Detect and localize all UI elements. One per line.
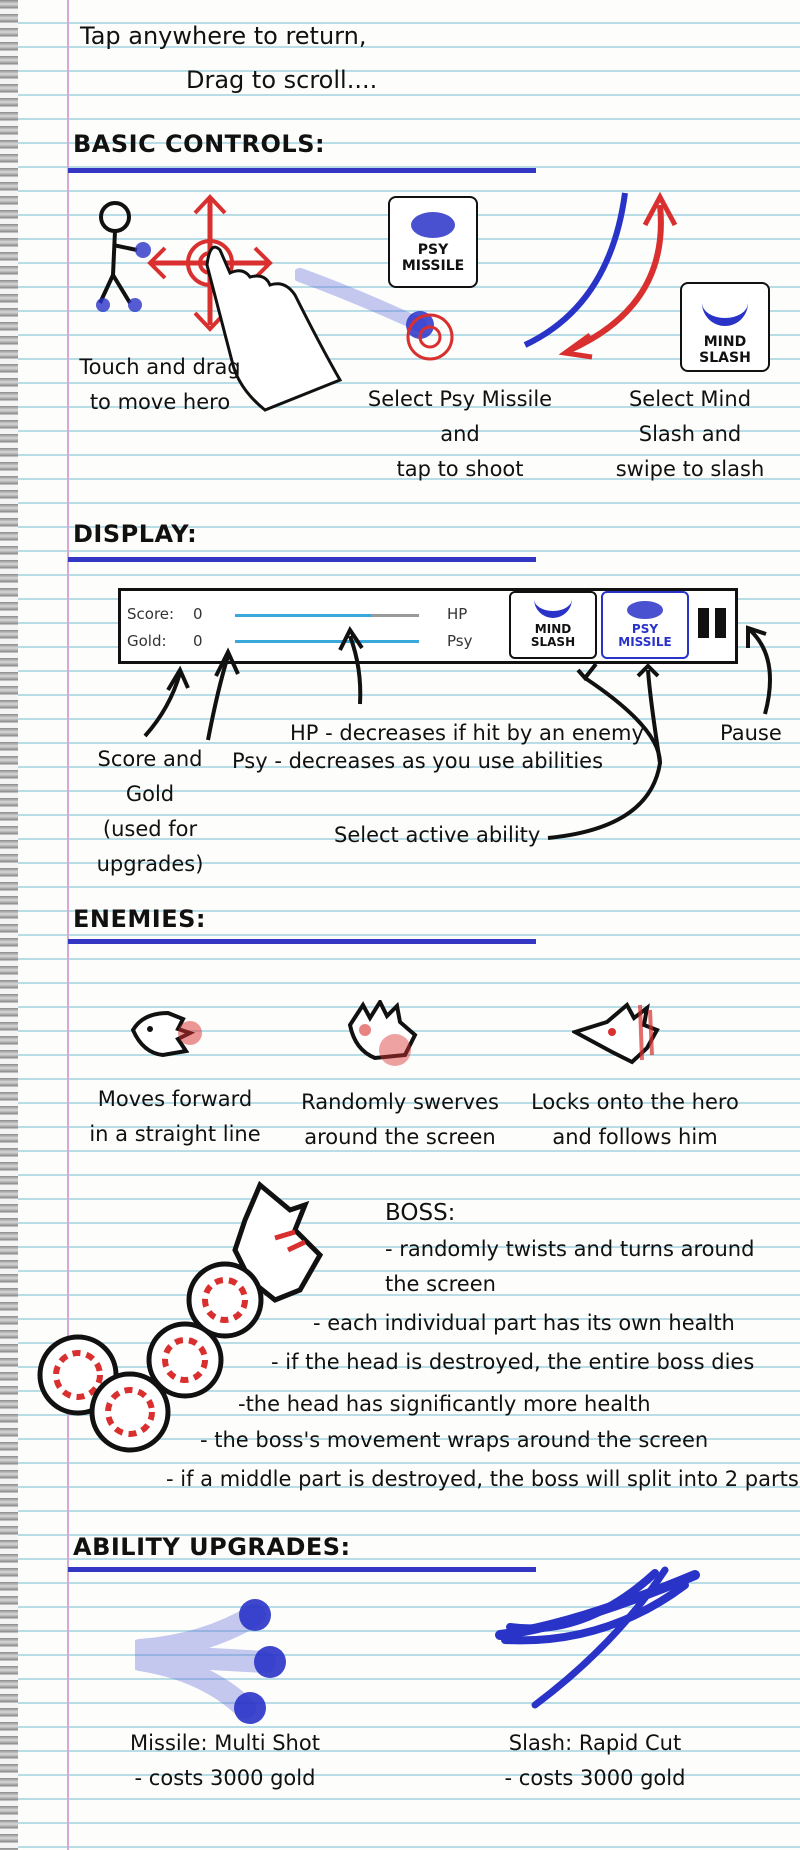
- section-rule: [68, 557, 536, 562]
- psy-button-line1: PSY: [417, 242, 449, 258]
- scroll-hint: Drag to scroll....: [186, 66, 378, 94]
- rapid-cut-icon: [495, 1566, 700, 1709]
- mind-caption-1: Select Mind: [628, 387, 752, 411]
- return-hint[interactable]: Tap anywhere to return,: [80, 18, 366, 54]
- boss-line: - randomly twists and turns around: [385, 1237, 755, 1261]
- enemy-straight-icon: [130, 1010, 202, 1058]
- multi-shot-icon: [135, 1599, 286, 1724]
- enemies-heading: ENEMIES:: [73, 905, 206, 933]
- boss-title: BOSS:: [385, 1200, 456, 1226]
- mind-caption-2: Slash and: [638, 422, 742, 446]
- psy-caption-1: Select Psy Missile: [367, 387, 553, 411]
- psy-button-line2: MISSILE: [401, 258, 465, 274]
- missile-upgrade-cost: - costs 3000 gold: [134, 1766, 316, 1790]
- psy-caption-2: and: [440, 422, 480, 446]
- section-rule: [68, 168, 536, 173]
- mind-slash-button[interactable]: MIND SLASH: [680, 282, 770, 372]
- boss-line: -the head has significantly more health: [238, 1392, 651, 1416]
- boss-line: - the boss's movement wraps around the s…: [200, 1428, 709, 1452]
- psy-missile-swirl-icon: [411, 212, 455, 238]
- boss-line: - if the head is destroyed, the entire b…: [271, 1350, 755, 1374]
- enemy2-caption-1: Randomly swerves: [301, 1090, 499, 1114]
- enemy2-caption-2: around the screen: [304, 1125, 496, 1149]
- boss-line: - if a middle part is destroyed, the bos…: [166, 1467, 799, 1491]
- slash-upgrade-cost: - costs 3000 gold: [504, 1766, 686, 1790]
- section-rule: [68, 939, 536, 944]
- score-note-1: Score and: [97, 747, 203, 771]
- boss-line: the screen: [385, 1272, 496, 1296]
- score-note-2: Gold: [125, 782, 175, 806]
- enemy3-caption-2: and follows him: [552, 1125, 718, 1149]
- touch-caption-1: Touch and drag: [79, 355, 241, 379]
- enemy3-caption-1: Locks onto the hero: [531, 1090, 739, 1114]
- hud-mind-slash-icon: [534, 599, 572, 618]
- swipe-arrows-illustration: [523, 191, 678, 360]
- score-note-3: (used for upgrades): [96, 817, 204, 876]
- psy-caption-3: tap to shoot: [396, 457, 524, 481]
- mind-slash-swoosh-icon: [702, 298, 748, 326]
- mind-button-line1: MIND: [703, 334, 747, 350]
- hp-bar-fill: [235, 614, 372, 617]
- enemy-homing-icon: [572, 1001, 660, 1065]
- psy-note: Psy - decreases as you use abilities: [232, 749, 604, 773]
- margin-line: [67, 0, 69, 1850]
- mind-button-line2: SLASH: [699, 350, 751, 366]
- basic-controls-heading: BASIC CONTROLS:: [73, 130, 326, 158]
- enemy1-caption-1: Moves forward: [97, 1087, 253, 1111]
- hp-bar-track: [235, 614, 419, 617]
- enemy1-caption-2: in a straight line: [89, 1122, 261, 1146]
- psy-missile-button[interactable]: PSY MISSILE: [388, 196, 478, 288]
- mind-caption-3: swipe to slash: [615, 457, 765, 481]
- display-heading: DISPLAY:: [73, 520, 198, 548]
- boss-line: - each individual part has its own healt…: [313, 1311, 735, 1335]
- hud-psy-missile-icon: [627, 601, 663, 619]
- upgrades-heading: ABILITY UPGRADES:: [73, 1533, 351, 1561]
- slash-upgrade-caption: Slash: Rapid Cut: [508, 1731, 682, 1755]
- select-ability-note: Select active ability: [334, 823, 541, 847]
- missile-upgrade-caption: Missile: Multi Shot: [130, 1731, 320, 1755]
- touch-caption-2: to move hero: [89, 390, 231, 414]
- spiral-binding: [0, 0, 18, 1850]
- pause-note: Pause: [720, 721, 782, 745]
- section-rule: [68, 1567, 536, 1572]
- enemy-swerve-icon: [347, 1000, 418, 1066]
